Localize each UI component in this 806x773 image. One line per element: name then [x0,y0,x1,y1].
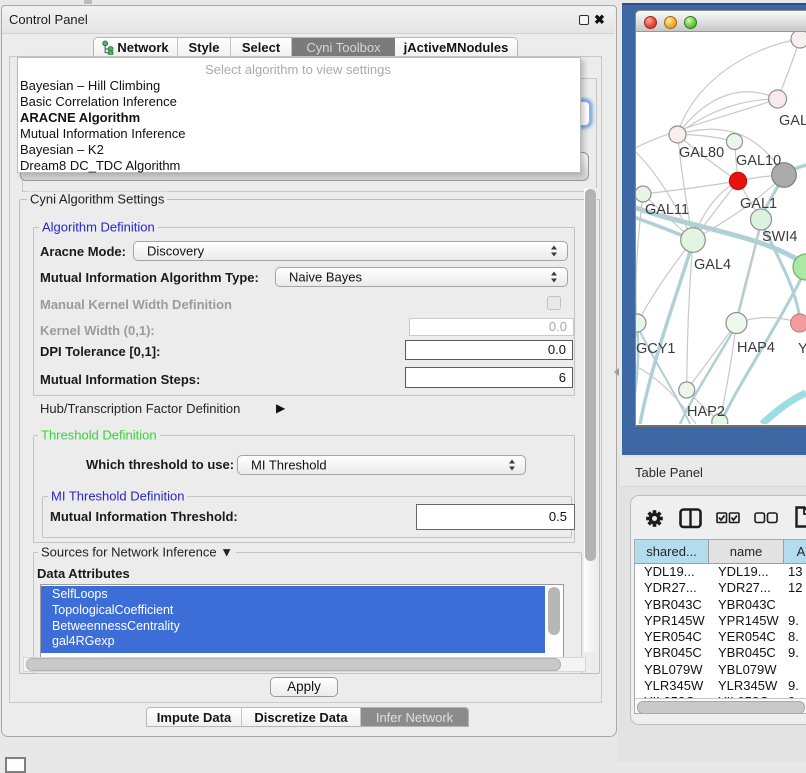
svg-text:GCY1: GCY1 [636,341,676,357]
svg-text:GAL1: GAL1 [740,196,777,212]
svg-text:GAL10: GAL10 [736,153,781,169]
svg-text:GAL11: GAL11 [645,202,689,218]
svg-text:GAL4: GAL4 [694,257,731,273]
svg-text:GAL80: GAL80 [679,145,724,161]
svg-text:Y: Y [798,341,806,357]
svg-text:HAP2: HAP2 [687,404,725,420]
svg-text:HAP4: HAP4 [737,340,775,356]
svg-text:GAL: GAL [779,113,806,129]
svg-text:SWI4: SWI4 [762,229,797,245]
